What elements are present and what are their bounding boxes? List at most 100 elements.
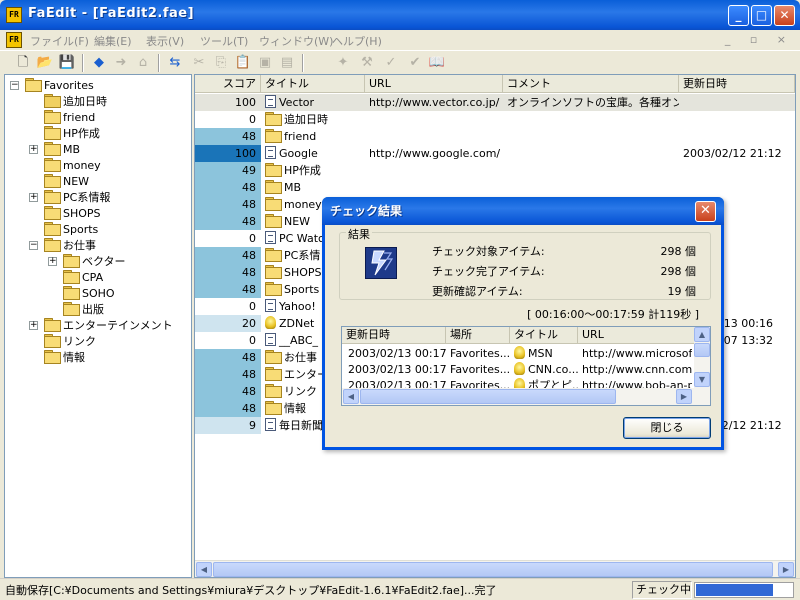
score-cell: 48 [195,383,261,400]
paste-icon[interactable]: 📋 [234,54,252,72]
updated-items-list[interactable]: 更新日時 場所 タイトル URL 2003/02/13 00:17 Favorit… [341,326,711,406]
scroll-right-arrow[interactable]: ▶ [778,562,794,577]
menu-window[interactable]: ウィンドウ(W) [259,33,333,49]
check-icon[interactable]: ✓ [382,54,400,72]
tree-node[interactable]: リンク [44,334,96,350]
tree-node[interactable]: + ベクター [48,254,126,270]
horizontal-scrollbar[interactable]: ◀ ▶ [195,560,795,577]
column-title[interactable]: タイトル [261,75,365,93]
bulb-icon [265,316,276,329]
score-cell: 20 [195,315,261,332]
list-row[interactable]: 100 Vector http://www.vector.co.jp/オンラインソフ… [195,94,795,111]
tree-node-label: SHOPS [63,207,101,220]
copy-icon[interactable]: ⎘ [212,54,230,72]
reader-icon[interactable]: 📖 [428,54,446,72]
save-icon[interactable]: 💾 [58,54,76,72]
column-url[interactable]: URL [365,75,503,93]
tree-node-label: friend [63,111,96,124]
dialog-vertical-scrollbar[interactable]: ▲ ▼ [694,327,710,389]
column-score[interactable]: スコア [195,75,261,93]
dialog-horizontal-scrollbar[interactable]: ◀ ▶ [342,388,710,405]
page-icon [265,231,276,244]
dialog-list-row[interactable]: 2003/02/13 00:17 Favorites... CNN.co... htt… [342,362,696,378]
mdi-controls[interactable]: _ ▫ × [725,33,794,46]
tree-node[interactable]: NEW [44,174,89,190]
new-file-icon[interactable]: 🗋 [14,54,32,72]
globe-icon[interactable]: ✦ [334,54,352,72]
scroll-left-arrow[interactable]: ◀ [343,389,359,404]
result-group: 結果 チェック対象アイテム: 298 個 チェック完了アイテム: 298 個 更… [339,226,711,300]
home-icon[interactable]: ⌂ [134,54,152,72]
tree-node[interactable]: + エンターテインメント [29,318,173,334]
folder-icon [265,384,282,398]
dcolumn-date[interactable]: 更新日時 [342,327,446,344]
dcolumn-url[interactable]: URL [578,327,696,344]
menu-view[interactable]: 表示(V) [146,33,184,49]
menu-help[interactable]: ヘルプ(H) [332,33,382,49]
close-button[interactable]: ✕ [774,5,795,26]
folder-tree[interactable]: − Favorites 追加日時 friend HP作成 + MB money NEW + PC系情… [4,74,192,578]
menu-file[interactable]: ファイル(F) [30,33,89,49]
tree-node[interactable]: Sports [44,222,98,238]
maximize-button[interactable]: □ [751,5,772,26]
folder-icon [265,180,282,194]
dialog-close-button[interactable]: ✕ [695,201,716,222]
scroll-thumb[interactable] [360,389,616,404]
properties-icon[interactable]: ▣ [256,54,274,72]
open-folder-icon[interactable]: 📂 [36,54,54,72]
menu-tools[interactable]: ツール(T) [200,33,248,49]
row-date [683,128,795,145]
collapse-icon[interactable]: − [10,81,19,90]
bulb-icon [514,346,525,359]
tree-node[interactable]: friend [44,110,95,126]
list-row[interactable]: 48 friend [195,128,795,145]
list-row[interactable]: 48 MB [195,179,795,196]
tree-node[interactable]: HP作成 [44,126,100,142]
scroll-thumb[interactable] [694,343,710,357]
link-check-icon[interactable]: ⇆ [166,54,184,72]
check2-icon[interactable]: ✔ [406,54,424,72]
column-comment[interactable]: コメント [503,75,679,93]
column-date[interactable]: 更新日時 [679,75,795,93]
dialog-title[interactable]: チェック結果 [322,197,724,225]
minimize-button[interactable]: _ [728,5,749,26]
tree-node[interactable]: + MB [29,142,80,158]
list-row[interactable]: 49 HP作成 [195,162,795,179]
dialog-list-row[interactable]: 2003/02/13 00:17 Favorites... MSN http://ww… [342,346,696,362]
scroll-up-arrow[interactable]: ▲ [694,327,710,342]
scroll-down-arrow[interactable]: ▼ [694,372,710,387]
expand-icon[interactable]: + [29,193,38,202]
cut-icon[interactable]: ✂ [190,54,208,72]
expand-icon[interactable]: + [29,321,38,330]
dcolumn-title[interactable]: タイトル [510,327,578,344]
tree-node[interactable]: money [44,158,101,174]
tree-node[interactable]: SHOPS [44,206,101,222]
stat-updated-label: 更新確認アイテム: [432,285,523,298]
tree-node[interactable]: 追加日時 [44,94,107,110]
tree-node[interactable]: − お仕事 [29,238,96,254]
expand-icon[interactable]: + [29,145,38,154]
list-row[interactable]: 0 追加日時 [195,111,795,128]
scroll-left-arrow[interactable]: ◀ [196,562,212,577]
scroll-right-arrow[interactable]: ▶ [676,389,692,404]
tree-node[interactable]: 情報 [44,350,85,366]
back-arrow-icon[interactable]: ◆ [90,54,108,72]
document-icon[interactable]: FR [6,32,22,48]
collapse-icon[interactable]: − [29,241,38,250]
score-cell: 49 [195,162,261,179]
expand-icon[interactable]: + [48,257,57,266]
tree-node[interactable]: SOHO [63,286,115,302]
tree-node[interactable]: + PC系情報 [29,190,110,206]
title-bar[interactable]: FR FaEdit - [FaEdit2.fae] _ □ ✕ [0,0,800,30]
close-dialog-button[interactable]: 閉じる [623,417,711,439]
tree-node[interactable]: − Favorites [10,78,94,94]
tools-icon[interactable]: ⚒ [358,54,376,72]
scroll-thumb[interactable] [213,562,773,577]
list-row[interactable]: 100 Google http://www.google.com/2003/02/1… [195,145,795,162]
dcolumn-place[interactable]: 場所 [446,327,510,344]
forward-arrow-icon[interactable]: ➜ [112,54,130,72]
tree-node[interactable]: CPA [63,270,103,286]
menu-edit[interactable]: 編集(E) [94,33,132,49]
view-icon[interactable]: ▤ [278,54,296,72]
tree-node[interactable]: 出版 [63,302,104,318]
